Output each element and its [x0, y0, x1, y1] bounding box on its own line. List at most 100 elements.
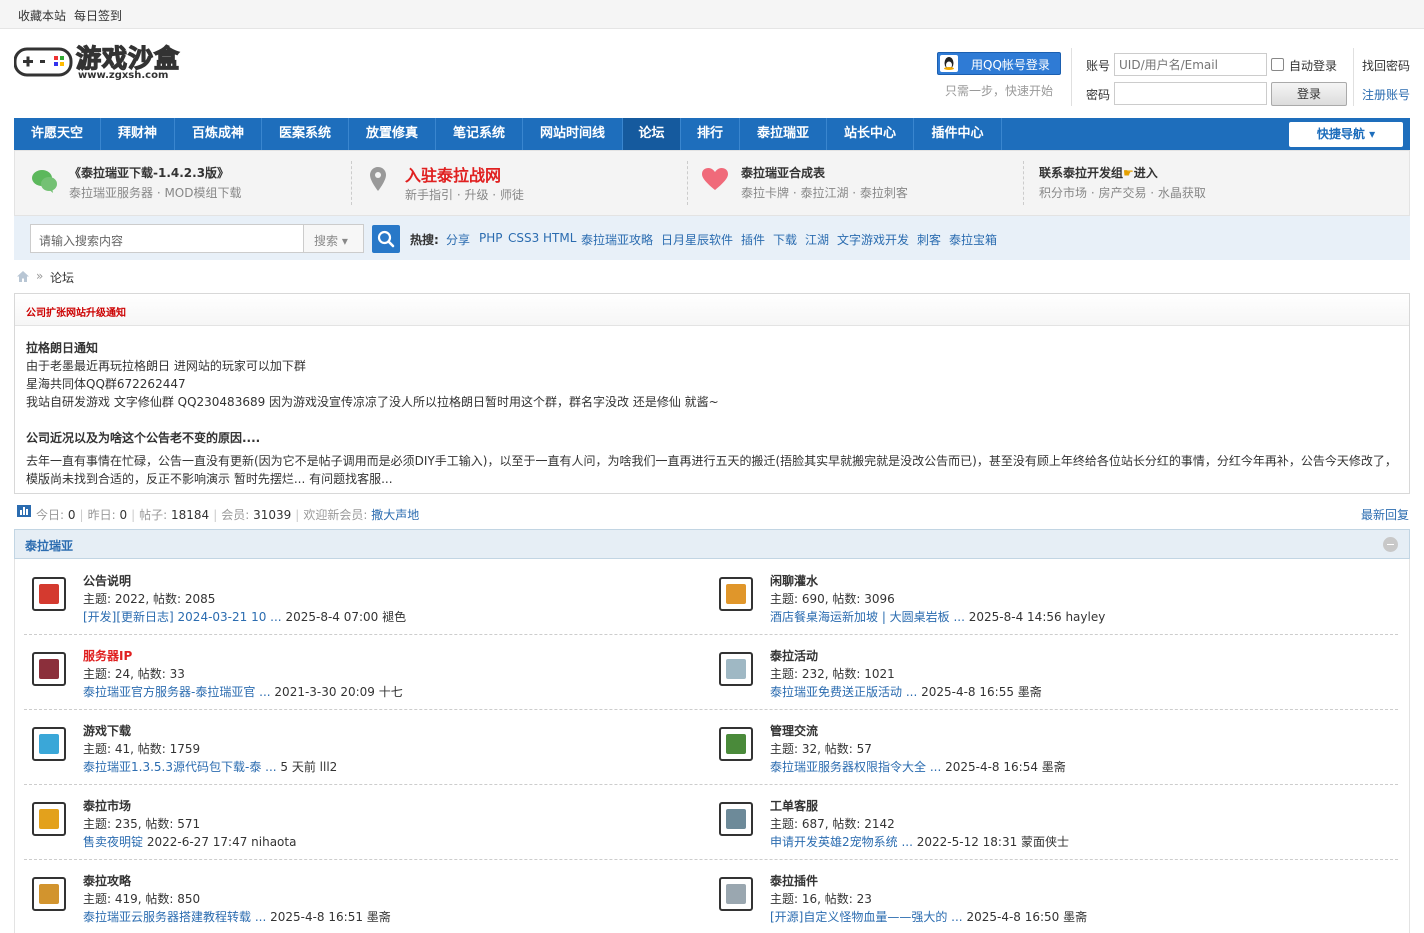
forgot-password-link[interactable]: 找回密码 [1362, 57, 1410, 74]
qq-login-button[interactable]: 用QQ帐号登录 [937, 52, 1061, 75]
home-icon[interactable] [16, 270, 30, 286]
nav-item-plugins[interactable]: 插件中心 [914, 118, 1002, 150]
last-post-meta: 2025-4-8 16:51 墨斋 [270, 910, 391, 924]
hot-link[interactable]: HTML [543, 231, 576, 245]
forum-name[interactable]: 闲聊灌水 [770, 572, 818, 589]
latest-replies-link[interactable]: 最新回复 [1361, 506, 1409, 523]
last-post-link[interactable]: 泰拉瑞亚官方服务器-泰拉瑞亚官 ... [83, 685, 271, 699]
nav-item-refine[interactable]: 百炼成神 [175, 118, 262, 150]
stat-welcome-label: 欢迎新会员: [303, 508, 368, 522]
category-header: 泰拉瑞亚 [14, 529, 1410, 559]
info-title-recipes[interactable]: 泰拉瑞亚合成表 [741, 164, 825, 181]
site-logo[interactable]: 游戏沙盒 www.zgxsh.com [13, 40, 190, 84]
notice-line: 公司近况以及为啥这个公告老不变的原因.... [26, 431, 261, 445]
forum-name[interactable]: 管理交流 [770, 722, 818, 739]
goblin-icon[interactable] [719, 727, 753, 761]
hot-link[interactable]: 分享 [446, 231, 470, 248]
skull-icon[interactable] [719, 652, 753, 686]
brick-wall-icon[interactable] [32, 652, 66, 686]
nav-item-timeline[interactable]: 网站时间线 [523, 118, 623, 150]
nav-item-wealth[interactable]: 拜财神 [101, 118, 175, 150]
checkin-link[interactable]: 每日签到 [74, 7, 122, 24]
last-post-link[interactable]: [开源]自定义怪物血量——强大的 ... [770, 910, 963, 924]
location-pin-icon [369, 166, 387, 195]
hot-link[interactable]: CSS3 [508, 231, 539, 245]
info-title-download[interactable]: 《泰拉瑞亚下载-1.4.2.3版》 [69, 164, 229, 181]
last-post-link[interactable]: 售卖夜明锭 [83, 835, 143, 849]
new-member-link[interactable]: 撒大声地 [371, 508, 419, 522]
forum-name[interactable]: 泰拉市场 [83, 797, 131, 814]
arrows-icon[interactable] [32, 727, 66, 761]
hot-link[interactable]: 刺客 [917, 231, 941, 248]
hot-link[interactable]: 泰拉宝箱 [949, 231, 997, 248]
hot-link[interactable]: 泰拉瑞亚攻略 [581, 231, 653, 248]
info-title-contact[interactable]: 联系泰拉开发组☛进入 [1039, 164, 1158, 181]
forum-name[interactable]: 泰拉攻略 [83, 872, 131, 889]
search-input[interactable]: 请输入搜索内容 [30, 224, 304, 253]
stat-yesterday: 0 [119, 508, 128, 522]
account-input[interactable] [1114, 53, 1267, 76]
search-bar: 请输入搜索内容 搜索 ▾ 热搜: 分享 PHP CSS3 HTML 泰拉瑞亚攻略… [14, 216, 1410, 260]
coin-icon[interactable] [32, 802, 66, 836]
info-sub-join[interactable]: 新手指引 · 升级 · 师徒 [405, 186, 524, 203]
forum-name[interactable]: 工单客服 [770, 797, 818, 814]
last-post-link[interactable]: 泰拉瑞亚服务器权限指令大全 ... [770, 760, 941, 774]
pickaxe-icon[interactable] [32, 877, 66, 911]
speech-bubble-icon[interactable] [32, 577, 66, 611]
divider [1023, 161, 1024, 205]
nav-item-terraria[interactable]: 泰拉瑞亚 [740, 118, 827, 150]
autologin-label[interactable]: 自动登录 [1289, 57, 1337, 74]
category-title[interactable]: 泰拉瑞亚 [25, 537, 73, 554]
last-post-link[interactable]: 泰拉瑞亚免费送正版活动 ... [770, 685, 917, 699]
password-input[interactable] [1114, 82, 1267, 105]
hot-link[interactable]: 日月星辰软件 [661, 231, 733, 248]
info-sub-download[interactable]: 泰拉瑞亚服务器 · MOD模组下载 [69, 184, 241, 201]
hot-link[interactable]: 插件 [741, 231, 765, 248]
stat-today: 0 [67, 508, 76, 522]
last-post-meta: 2025-4-8 16:50 墨斋 [966, 910, 1088, 924]
forum-name[interactable]: 泰拉插件 [770, 872, 818, 889]
forum-name[interactable]: 游戏下载 [83, 722, 131, 739]
last-post-link[interactable]: 泰拉瑞亚1.3.5.3源代码包下载-泰 ... [83, 760, 277, 774]
qq-penguin-icon [940, 55, 958, 72]
collapse-icon[interactable] [1383, 537, 1398, 552]
last-post-link[interactable]: 申请开发英雄2宠物系统 ... [770, 835, 913, 849]
hot-link[interactable]: 下载 [773, 231, 797, 248]
last-post-link[interactable]: [开发][更新日志] 2024-03-21 10 ... [83, 610, 282, 624]
nav-item-notes[interactable]: 笔记系统 [436, 118, 523, 150]
hot-link[interactable]: 江湖 [805, 231, 829, 248]
info-title-join[interactable]: 入驻泰拉战网 [405, 162, 501, 186]
nav-item-idle[interactable]: 放置修真 [349, 118, 436, 150]
forum-last-post: 酒店餐桌海运新加坡 | 大圆桌岩板 ... 2025-8-4 14:56 hay… [770, 608, 1105, 625]
login-button[interactable]: 登录 [1271, 82, 1347, 106]
search-type-select[interactable]: 搜索 ▾ [303, 224, 364, 253]
quicknav-button[interactable]: 快捷导航 ▾ [1289, 122, 1403, 147]
row-divider [24, 784, 1398, 785]
forum-stats: 主题: 232, 帖数: 1021 [770, 667, 895, 681]
nav-item-rank[interactable]: 排行 [681, 118, 740, 150]
info-sub-recipes[interactable]: 泰拉卡牌 · 泰拉江湖 · 泰拉刺客 [741, 184, 908, 201]
hot-link[interactable]: 文字游戏开发 [837, 231, 909, 248]
forum-name[interactable]: 泰拉活动 [770, 647, 818, 664]
beer-mug-icon[interactable] [719, 577, 753, 611]
forum-last-post: [开源]自定义怪物血量——强大的 ... 2025-4-8 16:50 墨斋 [770, 908, 1087, 925]
robot-icon[interactable] [719, 802, 753, 836]
nav-item-forum[interactable]: 论坛 [623, 118, 681, 150]
forum-name[interactable]: 公告说明 [83, 572, 131, 589]
forum-name[interactable]: 服务器IP [83, 647, 132, 664]
nav-item-wish[interactable]: 许愿天空 [14, 118, 101, 150]
autologin-checkbox[interactable] [1271, 58, 1284, 71]
last-post-link[interactable]: 酒店餐桌海运新加坡 | 大圆桌岩板 ... [770, 610, 965, 624]
nav-item-admin[interactable]: 站长中心 [827, 118, 914, 150]
last-post-meta: 5 天前 lll2 [280, 760, 338, 774]
gear-block-icon[interactable] [719, 877, 753, 911]
last-post-link[interactable]: 泰拉瑞亚云服务器搭建教程转载 ... [83, 910, 266, 924]
search-button[interactable] [372, 225, 400, 253]
bookmark-link[interactable]: 收藏本站 [18, 7, 66, 24]
hot-link[interactable]: PHP [479, 231, 503, 245]
info-sub-contact[interactable]: 积分市场 · 房产交易 · 水晶获取 [1039, 184, 1206, 201]
register-link[interactable]: 注册账号 [1362, 86, 1410, 103]
notice-line: 去年一直有事情在忙碌，公告一直没有更新(因为它不是帖子调用而是必须DIY手工输入… [26, 454, 1397, 468]
breadcrumb-current[interactable]: 论坛 [50, 269, 74, 286]
nav-item-medical[interactable]: 医案系统 [262, 118, 349, 150]
